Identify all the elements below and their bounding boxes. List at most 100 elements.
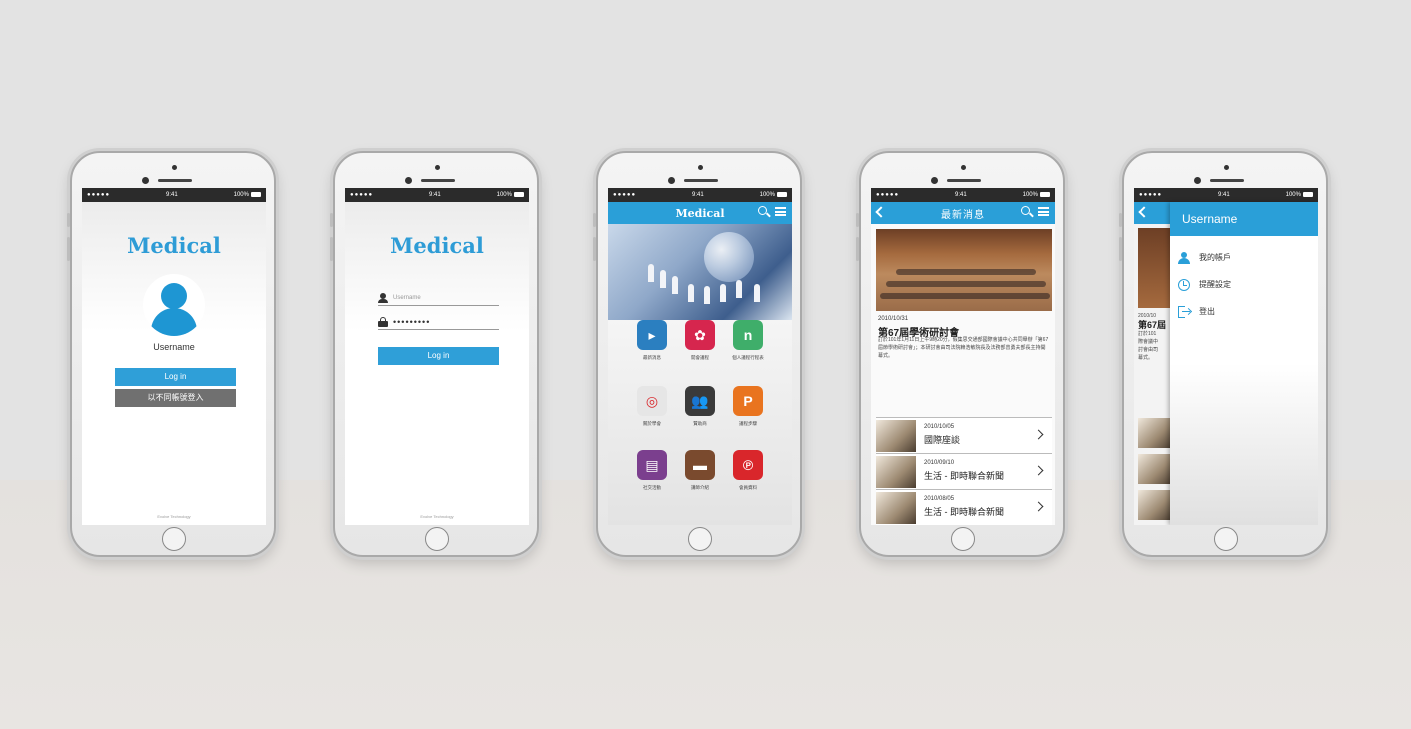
list-item[interactable]: 2010/10/05 國際座談 <box>876 418 1052 454</box>
menu-icon[interactable] <box>775 206 786 217</box>
item-date: 2010/10/05 <box>924 424 955 430</box>
news-body-line: 訂於101 <box>1138 331 1157 337</box>
menu-item-label: 提醒設定 <box>1199 280 1231 289</box>
menu-tile[interactable]: 👥 贊助商 <box>676 386 724 427</box>
home-button[interactable] <box>425 527 449 551</box>
back-icon[interactable] <box>1138 206 1150 218</box>
alarm-icon <box>1178 278 1190 291</box>
front-sensor <box>698 165 703 170</box>
menu-tile[interactable]: ▬ 講師介紹 <box>676 450 724 491</box>
earpiece <box>947 179 981 182</box>
item-title: 生活 - 即時聯合新聞 <box>924 507 1004 517</box>
side-button <box>856 213 859 227</box>
nav-bar: 最新消息 <box>871 202 1055 224</box>
front-camera <box>931 177 938 184</box>
menu-tile[interactable]: P 議程步驟 <box>724 386 772 427</box>
signal-icon: ●●●●● <box>613 192 637 198</box>
play-icon: ▸ <box>637 320 667 350</box>
home-button[interactable] <box>688 527 712 551</box>
home-button[interactable] <box>951 527 975 551</box>
lifebuoy-icon: ◎ <box>637 386 667 416</box>
status-bar: ●●●●● 9:41 100% <box>1134 188 1318 202</box>
news-date: 2010/10/31 <box>878 316 909 322</box>
side-button <box>593 213 596 227</box>
status-time: 9:41 <box>955 192 967 198</box>
front-sensor <box>435 165 440 170</box>
list-item[interactable]: 2010/09/10 生活 - 即時聯合新聞 <box>876 454 1052 490</box>
drawer-username: Username <box>1170 202 1318 236</box>
news-headline: 第67屆 <box>1138 320 1167 330</box>
front-camera <box>1194 177 1201 184</box>
menu-tile[interactable]: ▤ 社交活動 <box>628 450 676 491</box>
home-button[interactable] <box>162 527 186 551</box>
menu-item-label: 登出 <box>1199 307 1215 316</box>
phone-drawer-screen: ●●●●● 9:41 100% 2010/10 第67屆 訂於101 際會議中 … <box>1119 151 1328 557</box>
news-thumbnail <box>1138 454 1172 484</box>
item-title: 國際座談 <box>924 435 961 445</box>
menu-tile-label: 贊助商 <box>693 421 707 426</box>
item-date: 2010/08/05 <box>924 496 955 502</box>
news-body-line: 際會議中 <box>1138 339 1159 345</box>
list-item[interactable]: 2010/08/05 生活 - 即時聯合新聞 <box>876 490 1052 525</box>
alt-account-login-button[interactable]: 以不同帳號登入 <box>115 389 236 407</box>
chevron-right-icon <box>1033 501 1044 512</box>
news-list: 2010/10/05 國際座談 2010/09/10 生活 - 即時聯合新聞 2… <box>876 417 1052 525</box>
back-icon[interactable] <box>875 206 887 218</box>
n-icon: n <box>733 320 763 350</box>
login-button[interactable]: Log in <box>115 368 236 386</box>
home-button[interactable] <box>1214 527 1238 551</box>
item-title: 生活 - 即時聯合新聞 <box>924 471 1004 481</box>
lock-icon <box>378 316 388 327</box>
menu-tile[interactable]: ℗ 會員資料 <box>724 450 772 491</box>
password-field[interactable]: ••••••••• <box>378 314 499 330</box>
screen: ●●●●● 9:41 100% Medical Username Log in … <box>82 188 266 525</box>
search-icon[interactable] <box>758 206 771 218</box>
battery-icon <box>776 191 787 197</box>
signal-icon: ●●●●● <box>1139 192 1163 198</box>
logout-icon <box>1178 305 1193 318</box>
avatar-icon <box>143 274 205 336</box>
status-bar: ●●●●● 9:41 100% <box>608 188 792 202</box>
front-sensor <box>172 165 177 170</box>
front-sensor <box>961 165 966 170</box>
side-button <box>1119 213 1122 227</box>
side-button <box>330 213 333 227</box>
screen: ●●●●● 9:41 100% 2010/10 第67屆 訂於101 際會議中 … <box>1134 188 1318 525</box>
p-icon: P <box>733 386 763 416</box>
menu-tile-label: 議程步驟 <box>739 421 757 426</box>
menu-tile[interactable]: ▸ 最新消息 <box>628 320 676 361</box>
battery-status: 100% <box>234 191 261 198</box>
volume-button <box>330 237 333 261</box>
battery-icon <box>513 191 524 197</box>
status-time: 9:41 <box>166 192 178 198</box>
chevron-right-icon <box>1033 429 1044 440</box>
menu-tile[interactable]: n 個人議程行程表 <box>724 320 772 361</box>
front-sensor <box>1224 165 1229 170</box>
battery-icon <box>250 191 261 197</box>
book-icon: ▤ <box>637 450 667 480</box>
chevron-right-icon <box>1033 465 1044 476</box>
earpiece <box>158 179 192 182</box>
menu-icon[interactable] <box>1038 206 1049 217</box>
phone-login-form-screen: ●●●●● 9:41 100% Medical Username •••••••… <box>330 151 539 557</box>
news-thumbnail <box>1138 418 1172 448</box>
front-camera <box>405 177 412 184</box>
menu-item-reminder[interactable]: 提醒設定 <box>1170 271 1318 298</box>
earpiece <box>421 179 455 182</box>
login-button[interactable]: Log in <box>378 347 499 365</box>
battery-status: 100% <box>1023 191 1050 198</box>
menu-tile[interactable]: ◎ 關於學會 <box>628 386 676 427</box>
news-thumbnail <box>876 420 916 452</box>
menu-tile[interactable]: ✿ 開會議程 <box>676 320 724 361</box>
earpiece <box>684 179 718 182</box>
pinterest-icon: ℗ <box>733 450 763 480</box>
battery-icon <box>1039 191 1050 197</box>
news-hero-image <box>876 229 1052 311</box>
news-body: 訂於101年1月11日上午9時20分，假集思交通部國際會議中心共同舉辦「第67屆… <box>878 337 1049 359</box>
search-icon[interactable] <box>1021 206 1034 218</box>
notebook-icon: ▬ <box>685 450 715 480</box>
menu-item-logout[interactable]: 登出 <box>1170 298 1318 325</box>
username-field[interactable]: Username <box>378 290 499 306</box>
menu-item-account[interactable]: 我的帳戶 <box>1170 244 1318 271</box>
username-placeholder: Username <box>393 294 421 301</box>
